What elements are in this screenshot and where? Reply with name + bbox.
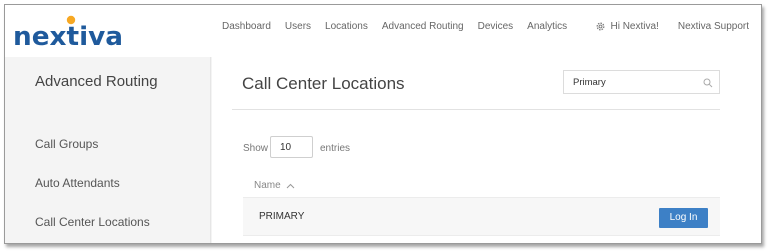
column-header-name[interactable]: Name	[254, 180, 295, 191]
search-field[interactable]	[563, 70, 720, 94]
user-greeting[interactable]: Hi Nextiva!	[610, 21, 658, 32]
sidebar-item-auto-attendants[interactable]: Auto Attendants	[35, 176, 120, 190]
column-header-label: Name	[254, 180, 281, 191]
content-area: Advanced Routing Call Groups Auto Attend…	[5, 57, 761, 243]
top-navbar: nextiva Dashboard Users Locations Advanc…	[5, 5, 761, 57]
main-panel: Call Center Locations Show entries Name	[212, 57, 761, 243]
sort-ascending-icon[interactable]	[286, 183, 295, 189]
support-link[interactable]: Nextiva Support	[678, 21, 749, 32]
table-row: PRIMARY Log In	[243, 197, 720, 236]
search-input[interactable]	[564, 71, 719, 93]
logo-text: nextiva	[13, 22, 123, 51]
entries-count-input[interactable]	[271, 137, 312, 158]
location-name: PRIMARY	[259, 211, 305, 222]
sidebar-title: Advanced Routing	[35, 73, 158, 90]
main-nav: Dashboard Users Locations Advanced Routi…	[222, 21, 581, 32]
log-in-button[interactable]: Log In	[659, 208, 708, 228]
nav-locations[interactable]: Locations	[325, 21, 368, 32]
entries-label: entries	[320, 143, 351, 154]
page-title: Call Center Locations	[242, 74, 405, 93]
title-divider	[232, 109, 720, 110]
nav-advanced-routing[interactable]: Advanced Routing	[382, 21, 464, 32]
user-menu: Hi Nextiva! Nextiva Support	[595, 21, 749, 32]
nav-analytics[interactable]: Analytics	[527, 21, 567, 32]
app-window: nextiva Dashboard Users Locations Advanc…	[4, 4, 762, 244]
sidebar-item-call-groups[interactable]: Call Groups	[35, 137, 98, 151]
gear-icon[interactable]	[595, 21, 606, 32]
sidebar: Advanced Routing Call Groups Auto Attend…	[5, 57, 211, 243]
search-icon[interactable]	[703, 78, 713, 88]
entries-count-box[interactable]	[270, 136, 313, 158]
nextiva-logo[interactable]: nextiva	[12, 11, 132, 51]
sidebar-item-call-center-locations[interactable]: Call Center Locations	[35, 215, 150, 229]
nav-dashboard[interactable]: Dashboard	[222, 21, 271, 32]
nav-devices[interactable]: Devices	[478, 21, 514, 32]
show-label: Show	[243, 143, 269, 154]
nav-users[interactable]: Users	[285, 21, 311, 32]
